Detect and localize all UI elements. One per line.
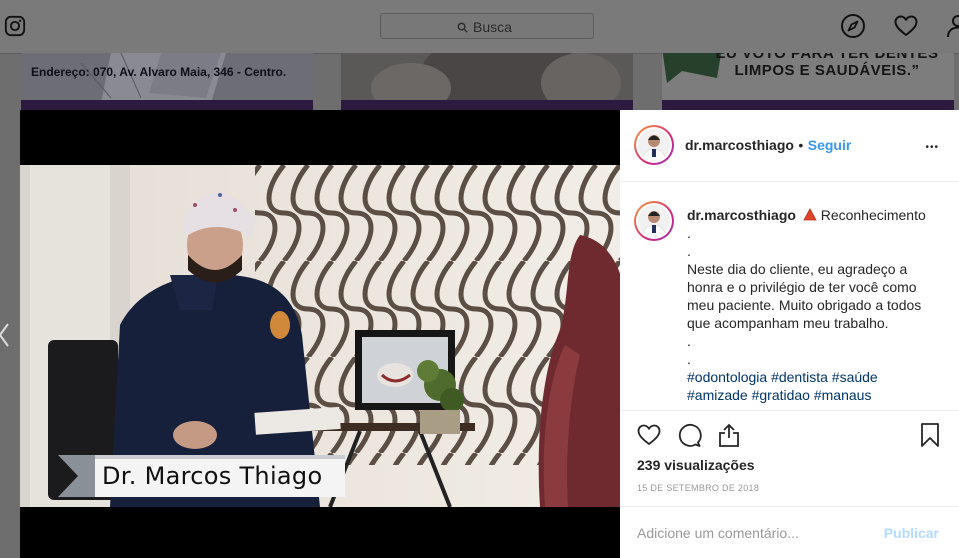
caption-line: Neste dia do cliente, eu agradeço a honr… — [687, 261, 922, 331]
search-placeholder: Busca — [473, 19, 512, 35]
purple-band — [21, 100, 313, 110]
left-chevron-icon[interactable] — [0, 322, 10, 348]
more-options-button[interactable]: ••• — [925, 134, 939, 155]
comment-icon[interactable] — [676, 422, 702, 448]
quote-line-2: LIMPOS E SAUDÁVEIS.” — [734, 62, 920, 79]
purple-band — [341, 100, 633, 110]
caption-line: . — [687, 225, 691, 241]
views-count[interactable]: 239 visualizações — [637, 457, 755, 473]
hashtags-line-1[interactable]: #odontologia #dentista #saúde — [687, 368, 942, 386]
compass-icon[interactable] — [840, 13, 866, 39]
instagram-icon[interactable] — [4, 15, 26, 37]
purple-band — [662, 100, 954, 110]
more-options-icon: ••• — [925, 142, 939, 153]
post-header-text: dr.marcosthiago • Seguir — [685, 137, 851, 155]
caption-title: Reconhecimento — [820, 207, 926, 223]
caption-line: . — [687, 243, 691, 259]
avatar-photo — [638, 205, 670, 237]
post-caption: dr.marcosthiago Reconhecimento . . Neste… — [687, 206, 942, 404]
post-header: dr.marcosthiago • Seguir ••• — [620, 110, 959, 182]
avatar[interactable] — [634, 125, 674, 165]
avatar-photo — [638, 129, 670, 161]
post-username[interactable]: dr.marcosthiago — [685, 137, 794, 153]
like-icon[interactable] — [636, 422, 662, 448]
share-icon[interactable] — [716, 422, 742, 448]
address-text: Endereço: 070, Av. Alvaro Maia, 346 - Ce… — [31, 65, 287, 79]
comment-divider — [620, 506, 959, 507]
separator-dot: • — [798, 137, 804, 153]
warning-triangle-icon — [803, 208, 817, 221]
caption-line: . — [687, 333, 691, 349]
quote-text: EU VOTO PARA TER DENTES LIMPOS E SAUDÁVE… — [702, 53, 952, 79]
heart-icon[interactable] — [893, 13, 919, 39]
lower-third-name: Dr. Marcos Thiago — [102, 462, 323, 490]
caption-line: . — [687, 351, 691, 367]
top-navigation: Busca — [0, 0, 959, 54]
background-post-3[interactable]: EU VOTO PARA TER DENTES LIMPOS E SAUDÁVE… — [662, 53, 954, 110]
background-post-2[interactable] — [341, 53, 633, 110]
caption-avatar[interactable] — [634, 201, 674, 241]
background-post-1[interactable]: Endereço: 070, Av. Alvaro Maia, 346 - Ce… — [21, 53, 313, 110]
quote-line-1: EU VOTO PARA TER DENTES — [715, 53, 939, 62]
post-details-panel: dr.marcosthiago • Seguir ••• dr.marcosth… — [620, 110, 959, 558]
publish-button[interactable]: Publicar — [884, 525, 939, 541]
search-icon — [457, 22, 468, 33]
caption-username[interactable]: dr.marcosthiago — [687, 207, 796, 223]
bookmark-icon[interactable] — [917, 422, 943, 448]
profile-icon[interactable] — [945, 13, 959, 39]
post-date: 15 DE SETEMBRO DE 2018 — [637, 483, 760, 493]
search-input[interactable]: Busca — [380, 13, 594, 39]
video-player[interactable]: Dr. Marcos Thiago — [20, 110, 620, 558]
video-frame — [20, 165, 620, 507]
comment-input[interactable]: Adicione um comentário... — [637, 525, 799, 541]
hashtags-line-2[interactable]: #amizade #gratidao #manaus — [687, 386, 942, 404]
follow-button[interactable]: Seguir — [808, 137, 852, 153]
actions-divider — [620, 410, 959, 411]
